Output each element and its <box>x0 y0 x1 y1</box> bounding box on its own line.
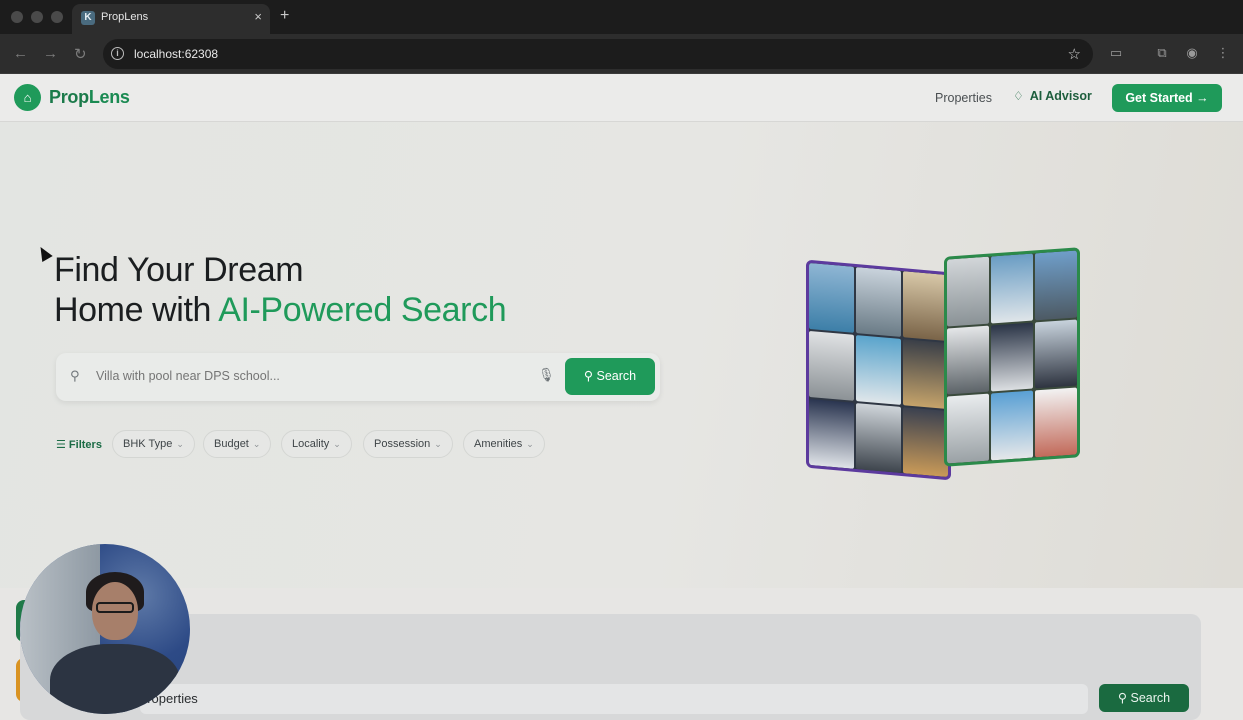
headline-line2-prefix: Home with <box>54 291 219 329</box>
filters-sliders-icon: ☰ <box>56 439 69 451</box>
chip-label: Possession <box>374 438 431 450</box>
tab-close-icon[interactable]: × <box>254 9 262 24</box>
microphone-icon[interactable]: 🎙 <box>538 367 555 383</box>
address-bar[interactable]: i localhost:62308 ☆ <box>103 39 1093 69</box>
search-button-icon: ⚲ <box>583 369 597 383</box>
filters-toggle[interactable]: ☰ Filters <box>56 438 102 451</box>
brand-lens: Lens <box>88 87 130 107</box>
hero-search-bar: ⚲ 🎙 ⚲ Search <box>56 353 660 401</box>
tab-title: PropLens <box>101 11 149 23</box>
brand-logo[interactable]: PropLens <box>49 87 130 108</box>
chip-budget[interactable]: Budget ⌄ <box>203 430 272 458</box>
reload-icon[interactable]: ↻ <box>74 45 87 63</box>
brand-prop: Prop <box>49 87 89 107</box>
home-logo-icon[interactable]: ⌂ <box>14 84 41 111</box>
maximize-window-button[interactable] <box>51 11 63 23</box>
nav-ai-advisor-link[interactable]: ♢ AI Advisor <box>1013 89 1092 103</box>
filters-label: Filters <box>68 439 102 451</box>
page: ⌂ PropLens Properties ♢ AI Advisor Get St… <box>0 74 1243 720</box>
chip-label: Budget <box>214 438 249 450</box>
browser-tab[interactable]: K PropLens × <box>72 4 270 34</box>
chevron-down-icon: ⌄ <box>333 439 341 449</box>
star-icon[interactable]: ☆ <box>1068 45 1081 63</box>
site-info-icon[interactable]: i <box>111 47 124 60</box>
search-icon: ⚲ <box>1117 691 1131 705</box>
forward-icon[interactable]: → <box>43 45 58 62</box>
browser-toolbar: ← → ↻ i localhost:62308 ☆ ▭ ⧉ ◉ ⋮ <box>0 34 1243 74</box>
browser-tab-bar: K PropLens × + <box>0 0 1243 34</box>
site-navbar: ⌂ PropLens Properties ♢ AI Advisor Get St… <box>0 74 1243 122</box>
hero-headline: Find Your Dream Home with AI-Powered Sea… <box>54 250 507 330</box>
cube-left-face <box>806 259 951 481</box>
favicon-icon: K <box>81 11 95 25</box>
back-icon[interactable]: ← <box>13 45 28 62</box>
cube-right-face <box>944 247 1080 467</box>
chevron-down-icon: ⌄ <box>526 439 534 449</box>
menu-icon[interactable]: ⋮ <box>1215 45 1231 61</box>
chip-locality[interactable]: Locality ⌄ <box>281 430 352 458</box>
reading-list-icon[interactable]: ▭ <box>1108 45 1124 61</box>
chip-label: BHK Type <box>123 438 173 450</box>
headline-accent: AI-Powered Search <box>218 291 507 329</box>
chip-amenities[interactable]: Amenities ⌄ <box>463 430 545 458</box>
chip-bhk-type[interactable]: BHK Type ⌄ <box>112 430 195 458</box>
property-photo-cube <box>806 247 1084 481</box>
chevron-down-icon: ⌄ <box>176 439 184 449</box>
lower-search-button-label: Search <box>1130 691 1171 705</box>
chip-label: Amenities <box>474 438 523 450</box>
hero-search-input[interactable] <box>96 369 516 383</box>
search-button-label: Search <box>596 369 637 383</box>
extensions-icon[interactable]: ⧉ <box>1154 45 1170 61</box>
chevron-down-icon: ⌄ <box>252 439 261 449</box>
url-text[interactable]: localhost:62308 <box>134 47 218 61</box>
chip-possession[interactable]: Possession ⌄ <box>363 430 453 458</box>
minimize-window-button[interactable] <box>31 11 43 23</box>
headline-line1: Find Your Dream <box>54 251 304 289</box>
close-window-button[interactable] <box>11 11 23 23</box>
ai-advisor-label: AI Advisor <box>1029 89 1092 103</box>
lower-search-input[interactable]: properties <box>140 684 1088 714</box>
hero-search-button[interactable]: ⚲ Search <box>565 358 655 395</box>
lower-search-panel: properties ⚲ Search <box>20 614 1201 720</box>
chevron-down-icon: ⌄ <box>434 439 442 449</box>
ai-bulb-icon: ♢ <box>1013 89 1024 103</box>
webcam-overlay <box>20 544 190 714</box>
search-icon: ⚲ <box>70 368 80 383</box>
profile-icon[interactable]: ◉ <box>1184 45 1200 61</box>
lower-search-button[interactable]: ⚲ Search <box>1099 684 1189 712</box>
get-started-button[interactable]: Get Started → <box>1112 84 1222 112</box>
chip-label: Locality <box>292 438 330 450</box>
new-tab-button[interactable]: + <box>280 7 289 25</box>
nav-properties-link[interactable]: Properties <box>935 91 992 105</box>
